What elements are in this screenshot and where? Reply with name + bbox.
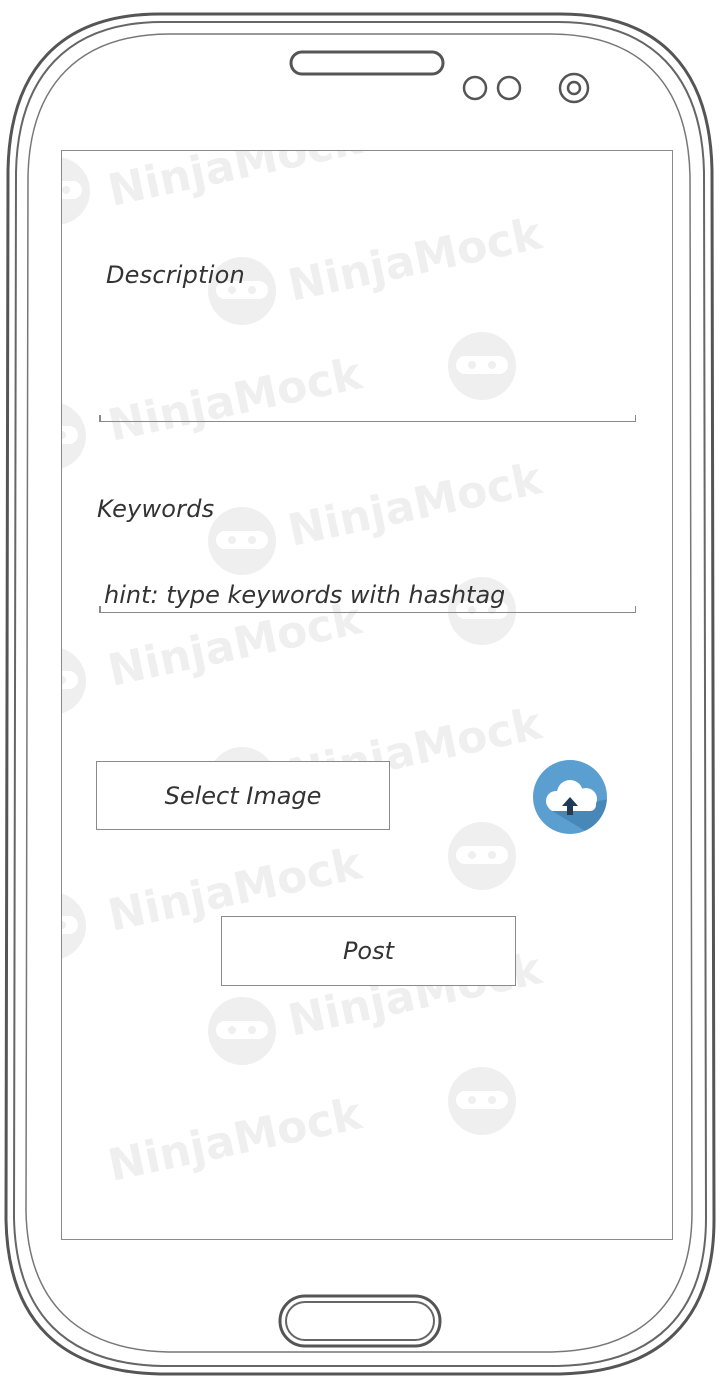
watermark-text: NinjaMock: [104, 151, 368, 217]
watermark-text: NinjaMock: [104, 1088, 368, 1192]
description-label: Description: [106, 261, 245, 289]
post-button[interactable]: Post: [221, 916, 516, 986]
description-field[interactable]: [100, 371, 636, 421]
description-field-underline: [99, 415, 636, 422]
keywords-field[interactable]: hint: type keywords with hashtag: [104, 581, 504, 615]
cloud-upload-icon[interactable]: [532, 759, 608, 835]
watermark-text: NinjaMock: [284, 208, 548, 312]
screen: NinjaMock NinjaMock NinjaMock NinjaMock …: [61, 150, 673, 1240]
post-button-label: Post: [342, 937, 395, 965]
select-image-button-label: Select Image: [164, 781, 322, 810]
watermark-text: NinjaMock: [284, 453, 548, 557]
watermark: NinjaMock NinjaMock NinjaMock NinjaMock …: [62, 151, 548, 1192]
keywords-field-underline: [99, 606, 636, 613]
select-image-button[interactable]: Select Image: [96, 761, 390, 830]
speaker-grille: [289, 50, 445, 76]
keywords-label: Keywords: [97, 495, 215, 523]
